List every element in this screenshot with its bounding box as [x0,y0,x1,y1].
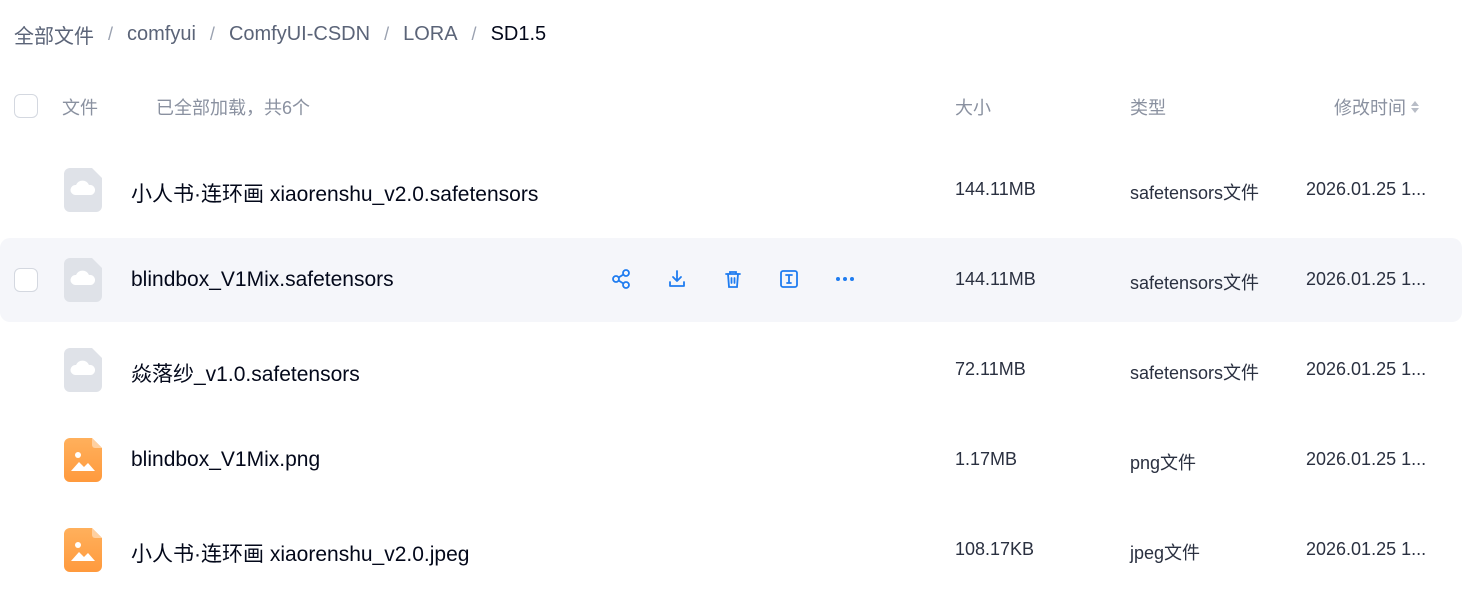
select-all-checkbox[interactable] [14,94,38,118]
sort-icon [1411,101,1419,113]
image-file-icon [64,438,102,482]
file-name[interactable]: blindbox_V1Mix.png [131,448,320,472]
file-size: 72.11MB [955,359,1026,379]
file-modified-time: 2026.01.25 1... [1306,359,1427,379]
file-name[interactable]: 小人书·连环画 xiaorenshu_v2.0.jpeg [131,538,469,568]
breadcrumb: 全部文件 / comfyui / ComfyUI-CSDN / LORA / S… [14,20,546,49]
breadcrumb-separator: / [108,24,114,44]
table-row[interactable]: 小人书·连环画 xiaorenshu_v2.0.safetensors 144.… [0,148,1462,232]
breadcrumb-separator: / [471,24,477,44]
cloud-file-icon [64,348,102,392]
file-type: safetensors文件 [1130,363,1260,383]
file-size: 144.11MB [955,269,1036,289]
file-type: png文件 [1130,453,1197,473]
file-name[interactable]: blindbox_V1Mix.safetensors [131,268,394,292]
file-type: safetensors文件 [1130,183,1260,203]
file-name[interactable]: 焱落纱_v1.0.safetensors [131,358,360,388]
header-type: 类型 [1130,98,1166,118]
table-header: 文件 已全部加载，共6个 大小 类型 修改时间 [0,86,1462,126]
header-modified-time[interactable]: 修改时间 [1334,94,1419,120]
file-modified-time: 2026.01.25 1... [1306,539,1427,559]
share-icon[interactable] [608,266,634,292]
breadcrumb-comfyui[interactable]: comfyui [127,23,196,46]
file-modified-time: 2026.01.25 1... [1306,269,1427,289]
header-file: 文件 [62,98,98,118]
breadcrumb-lora[interactable]: LORA [403,23,457,46]
file-type: jpeg文件 [1130,543,1201,563]
table-row[interactable]: 焱落纱_v1.0.safetensors 72.11MB safetensors… [0,328,1462,412]
table-row[interactable]: blindbox_V1Mix.png 1.17MB png文件 2026.01.… [0,418,1462,502]
file-type: safetensors文件 [1130,273,1260,293]
delete-icon[interactable] [720,266,746,292]
file-size: 108.17KB [955,539,1035,559]
breadcrumb-current: SD1.5 [490,23,547,45]
rename-icon[interactable] [776,266,802,292]
file-modified-time: 2026.01.25 1... [1306,449,1427,469]
breadcrumb-separator: / [209,24,215,44]
breadcrumb-separator: / [384,24,390,44]
loaded-status: 已全部加载，共6个 [156,98,311,118]
table-row[interactable]: 小人书·连环画 xiaorenshu_v2.0.jpeg 108.17KB jp… [0,508,1462,592]
row-actions [608,266,858,292]
breadcrumb-all-files[interactable]: 全部文件 [14,20,94,49]
image-file-icon [64,528,102,572]
header-time-label: 修改时间 [1334,98,1406,118]
breadcrumb-comfyui-csdn[interactable]: ComfyUI-CSDN [229,23,370,46]
file-name[interactable]: 小人书·连环画 xiaorenshu_v2.0.safetensors [131,178,538,208]
table-row-hovered[interactable]: blindbox_V1Mix.safetensors 144.11MB safe… [0,238,1462,322]
download-icon[interactable] [664,266,690,292]
cloud-file-icon [64,168,102,212]
header-size: 大小 [955,98,991,118]
file-size: 1.17MB [955,449,1018,469]
file-modified-time: 2026.01.25 1... [1306,179,1427,199]
cloud-file-icon [64,258,102,302]
file-size: 144.11MB [955,179,1036,199]
row-checkbox[interactable] [14,268,38,292]
more-icon[interactable] [832,266,858,292]
